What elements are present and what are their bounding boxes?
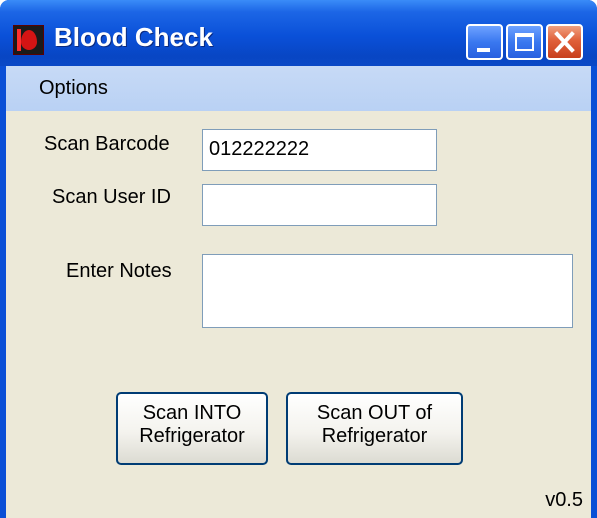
- barcode-input[interactable]: 012222222: [202, 129, 437, 171]
- barcode-label: Scan Barcode: [44, 133, 170, 155]
- scan-into-label-line1: Scan INTO: [142, 402, 242, 424]
- maximize-button[interactable]: [506, 24, 543, 60]
- scan-into-label-line2: Refrigerator: [139, 425, 245, 447]
- userid-input[interactable]: [202, 184, 437, 226]
- app-window: Blood Check Options Scan Barcode 0122222…: [0, 0, 597, 518]
- version-label: v0.5: [545, 489, 583, 511]
- menu-bar: Options: [6, 66, 591, 111]
- maximize-icon: [515, 33, 534, 51]
- scan-out-refrigerator-button[interactable]: Scan OUT of Refrigerator: [286, 392, 463, 465]
- scan-out-label-line2: Refrigerator: [321, 425, 428, 447]
- scan-out-label-line1: Scan OUT of: [316, 402, 433, 424]
- notes-input[interactable]: [202, 254, 573, 328]
- menu-options[interactable]: Options: [39, 77, 108, 100]
- blood-drop-icon[interactable]: [13, 25, 44, 55]
- userid-label: Scan User ID: [52, 186, 171, 208]
- minimize-icon: [477, 48, 490, 52]
- title-bar[interactable]: Blood Check: [0, 0, 597, 66]
- window-title: Blood Check: [54, 22, 213, 52]
- close-button[interactable]: [546, 24, 583, 60]
- notes-label: Enter Notes: [66, 260, 172, 282]
- client-area: Options Scan Barcode 012222222 Scan User…: [6, 66, 591, 518]
- scan-into-refrigerator-button[interactable]: Scan INTO Refrigerator: [116, 392, 268, 465]
- close-icon: [554, 31, 575, 53]
- app-icon-drop: [21, 30, 37, 50]
- minimize-button[interactable]: [466, 24, 503, 60]
